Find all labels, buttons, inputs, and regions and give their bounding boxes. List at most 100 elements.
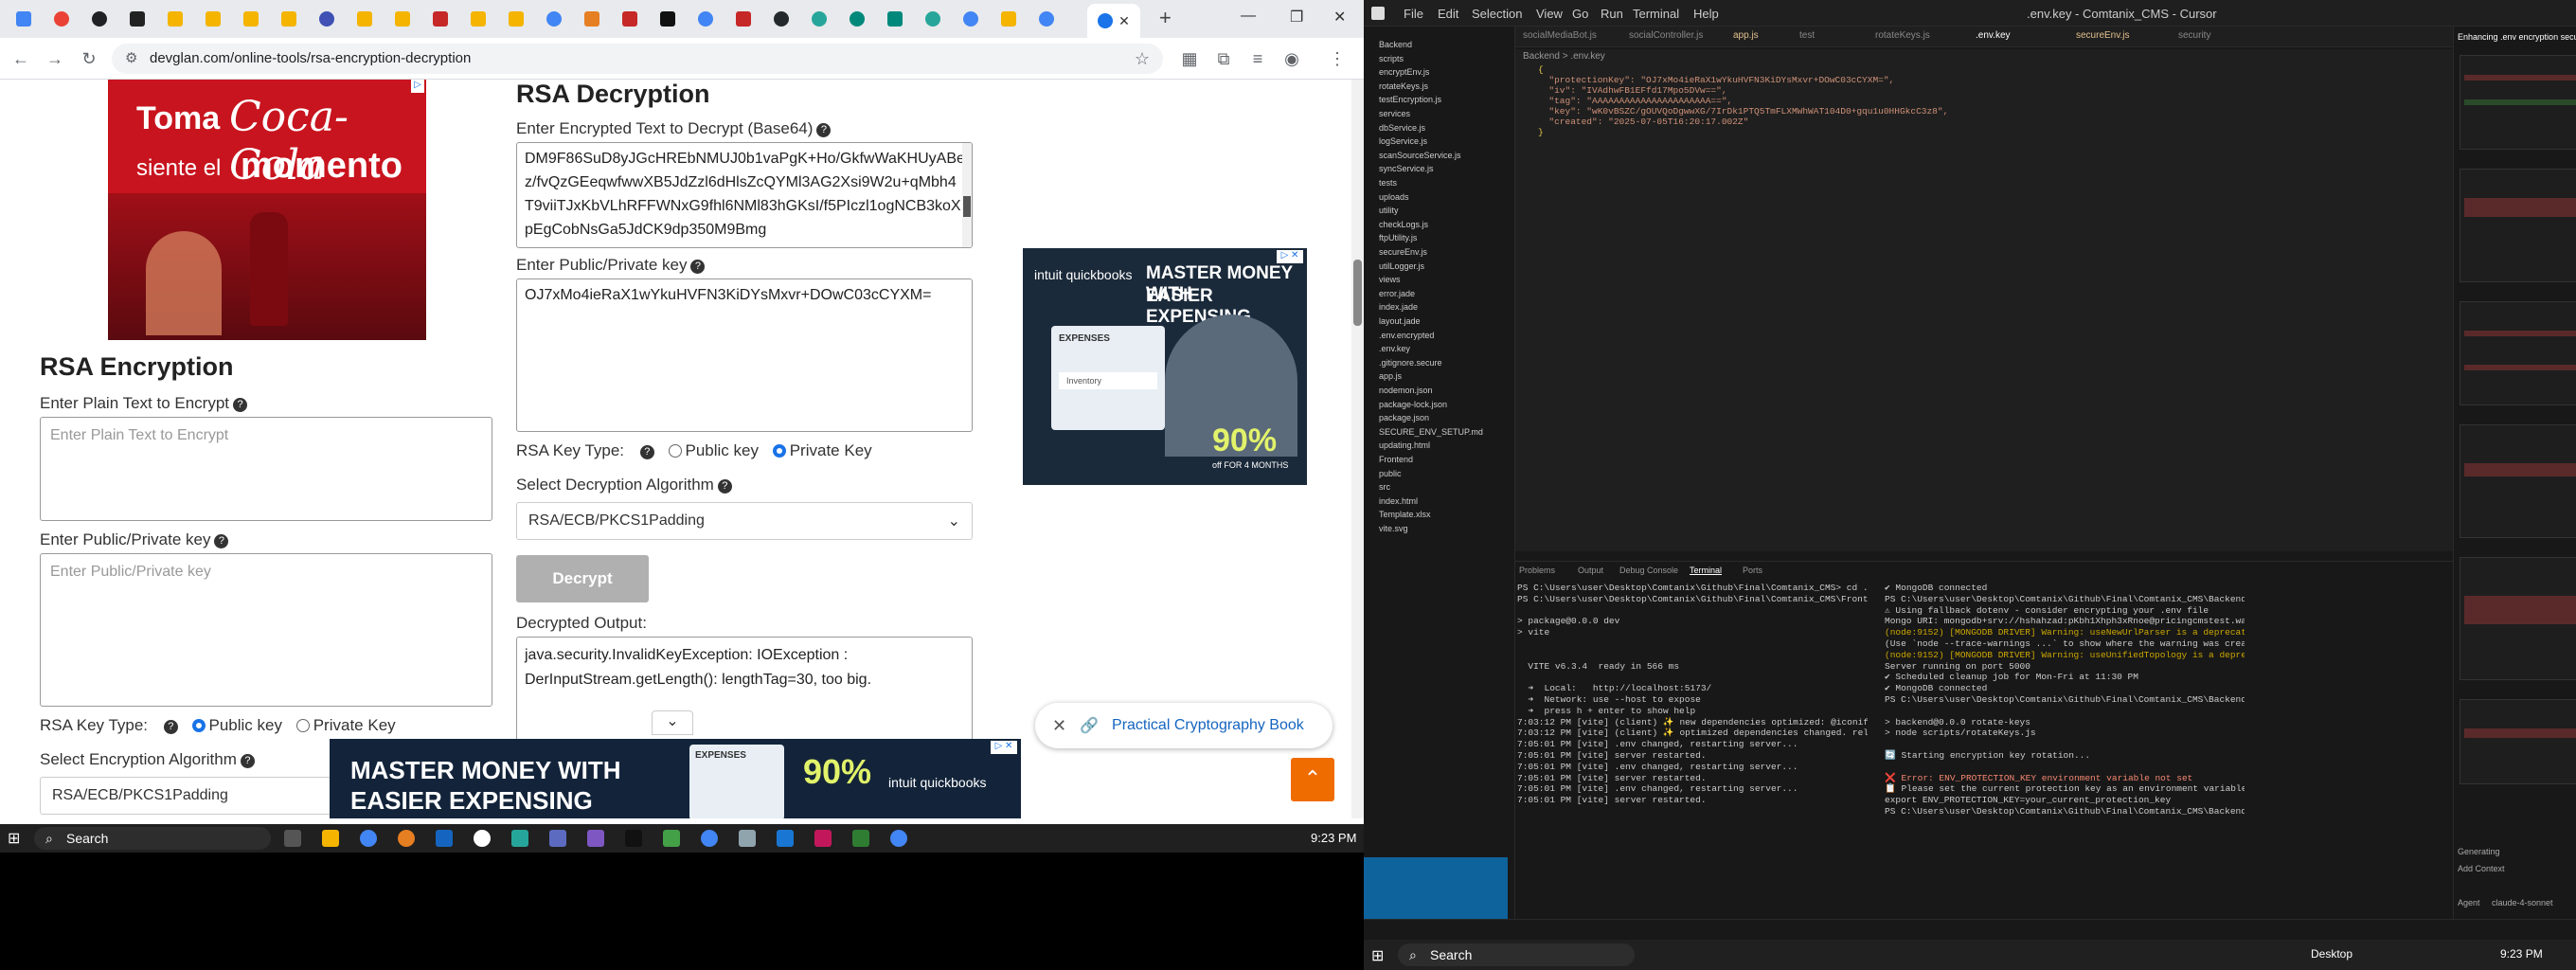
explorer-item[interactable]: app.js	[1379, 371, 1402, 381]
panel-tab-debug[interactable]: Debug Console	[1619, 566, 1678, 575]
explorer-item[interactable]: Template.xlsx	[1379, 510, 1431, 519]
close-window-button[interactable]: ✕	[1333, 8, 1346, 27]
private-key-radio[interactable]	[772, 444, 786, 458]
explorer-item[interactable]: package.json	[1379, 413, 1429, 422]
public-key-radio[interactable]	[668, 444, 682, 458]
editor-tab[interactable]: secureEnv.js	[2076, 30, 2130, 41]
explorer-item[interactable]: syncService.js	[1379, 164, 1434, 173]
public-key-radio[interactable]	[191, 719, 206, 732]
taskbar-search[interactable]: ⌕ Search	[1398, 943, 1635, 966]
explorer-item[interactable]: nodemon.json	[1379, 386, 1433, 395]
editor-tab[interactable]: socialMediaBot.js	[1523, 30, 1597, 41]
desktop-label[interactable]: Desktop	[2311, 947, 2352, 961]
tab[interactable]	[1030, 7, 1063, 31]
tab[interactable]	[8, 7, 40, 31]
explorer-item[interactable]: .env.key	[1379, 344, 1410, 353]
textarea-scrollbar[interactable]	[962, 143, 972, 247]
tab[interactable]	[917, 7, 949, 31]
run-status-panel[interactable]	[1364, 857, 1508, 924]
explorer-item[interactable]: services	[1379, 109, 1410, 118]
minimize-button[interactable]: —	[1241, 8, 1256, 25]
private-key-radio[interactable]	[295, 719, 310, 732]
url-input[interactable]: ⚙ devglan.com/online-tools/rsa-encryptio…	[112, 44, 1163, 74]
app-icon[interactable]	[663, 830, 680, 847]
explorer-item[interactable]: SECURE_ENV_SETUP.md	[1379, 427, 1483, 437]
tab[interactable]	[614, 7, 646, 31]
active-tab[interactable]: ✕	[1087, 4, 1140, 38]
app-icon[interactable]	[511, 830, 528, 847]
taskbar-search[interactable]: ⌕ Search	[34, 827, 271, 850]
windows-start-icon[interactable]: ⊞	[1371, 946, 1384, 965]
tab[interactable]	[803, 7, 835, 31]
tab[interactable]	[689, 7, 722, 31]
tab[interactable]	[538, 7, 570, 31]
explorer-item[interactable]: scripts	[1379, 54, 1404, 63]
terminal-panel[interactable]: Problems Output Debug Console Terminal P…	[1515, 561, 2453, 926]
chrome-icon[interactable]	[701, 830, 718, 847]
editor-tab[interactable]: security	[2178, 30, 2210, 41]
explorer-item[interactable]: encryptEnv.js	[1379, 67, 1429, 77]
menu-run[interactable]: Run	[1601, 7, 1623, 21]
help-icon[interactable]: ?	[233, 398, 248, 412]
explorer-item[interactable]: dbService.js	[1379, 123, 1425, 133]
tab[interactable]	[652, 7, 684, 31]
chrome-icon[interactable]	[890, 830, 907, 847]
help-icon[interactable]: ?	[690, 260, 706, 274]
tab[interactable]	[727, 7, 760, 31]
tab[interactable]	[121, 7, 153, 31]
explorer-item[interactable]: logService.js	[1379, 136, 1427, 146]
vscode-icon[interactable]	[777, 830, 794, 847]
coca-cola-ad[interactable]: Toma Coca-Cola siente el momento ▷	[108, 80, 426, 340]
tab[interactable]	[576, 7, 608, 31]
taskbar-clock[interactable]: 9:23 PM	[1311, 831, 1356, 845]
menu-go[interactable]: Go	[1572, 7, 1588, 21]
encrypted-text-input[interactable]: DM9F86SuD8yJGcHREbNMUJ0b1vaPgK+Ho/GkfwWa…	[516, 142, 973, 248]
new-tab-button[interactable]: +	[1159, 6, 1172, 30]
explorer-item[interactable]: tests	[1379, 178, 1397, 188]
chat-add-context[interactable]: Add Context	[2458, 864, 2505, 873]
panel-tab-terminal[interactable]: Terminal	[1690, 566, 1722, 575]
menu-terminal[interactable]: Terminal	[1633, 7, 1679, 21]
app-icon[interactable]	[814, 830, 832, 847]
tab[interactable]	[424, 7, 456, 31]
chrome-menu-icon[interactable]: ⋮	[1326, 47, 1349, 70]
explorer-item[interactable]: uploads	[1379, 192, 1409, 202]
decrypt-algo-select[interactable]: RSA/ECB/PKCS1Padding ⌄	[516, 502, 973, 540]
app-icon[interactable]	[398, 830, 415, 847]
excel-icon[interactable]	[852, 830, 869, 847]
tab[interactable]	[159, 7, 191, 31]
panel-tab-ports[interactable]: Ports	[1743, 566, 1762, 575]
page-scrollbar[interactable]	[1351, 80, 1364, 818]
explorer-item[interactable]: error.jade	[1379, 289, 1415, 298]
decrypted-output[interactable]: java.security.InvalidKeyException: IOExc…	[516, 637, 973, 741]
explorer-item[interactable]: .env.encrypted	[1379, 331, 1434, 340]
app-icon[interactable]	[549, 830, 566, 847]
bookmark-star-icon[interactable]: ☆	[1135, 44, 1150, 74]
explorer-item[interactable]: Backend	[1379, 40, 1412, 49]
explorer-item[interactable]: layout.jade	[1379, 316, 1421, 326]
extension-icon[interactable]: ▦	[1178, 47, 1201, 70]
tab[interactable]	[311, 7, 343, 31]
quickbooks-banner-ad[interactable]: MASTER MONEY WITH EASIER EXPENSING EXPEN…	[330, 739, 1021, 818]
app-icon[interactable]	[436, 830, 453, 847]
taskbar-clock[interactable]: 9:23 PM	[2500, 947, 2543, 961]
explorer-item[interactable]: scanSourceService.js	[1379, 151, 1461, 160]
ad-choices-icon[interactable]: ▷ ✕	[1277, 250, 1303, 263]
tab[interactable]	[273, 7, 305, 31]
help-icon[interactable]: ?	[240, 754, 255, 768]
explorer-item[interactable]: index.html	[1379, 496, 1418, 506]
site-info-icon[interactable]: ⚙	[125, 44, 137, 74]
menu-view[interactable]: View	[1536, 7, 1563, 21]
tab[interactable]	[765, 7, 797, 31]
media-icon[interactable]: ≡	[1246, 47, 1269, 70]
windows-start-icon[interactable]: ⊞	[8, 829, 20, 848]
profile-avatar-icon[interactable]: ◉	[1280, 47, 1303, 70]
explorer-item[interactable]: testEncryption.js	[1379, 95, 1441, 104]
reload-button[interactable]: ↻	[78, 47, 100, 70]
explorer-item[interactable]: src	[1379, 482, 1390, 492]
maximize-button[interactable]: ❐	[1290, 8, 1303, 27]
encrypt-key-input[interactable]: Enter Public/Private key	[40, 553, 492, 707]
panel-tab-problems[interactable]: Problems	[1519, 566, 1555, 575]
terminal-left[interactable]: PS C:\Users\user\Desktop\Comtanix\Github…	[1517, 583, 1868, 914]
tab[interactable]	[197, 7, 229, 31]
